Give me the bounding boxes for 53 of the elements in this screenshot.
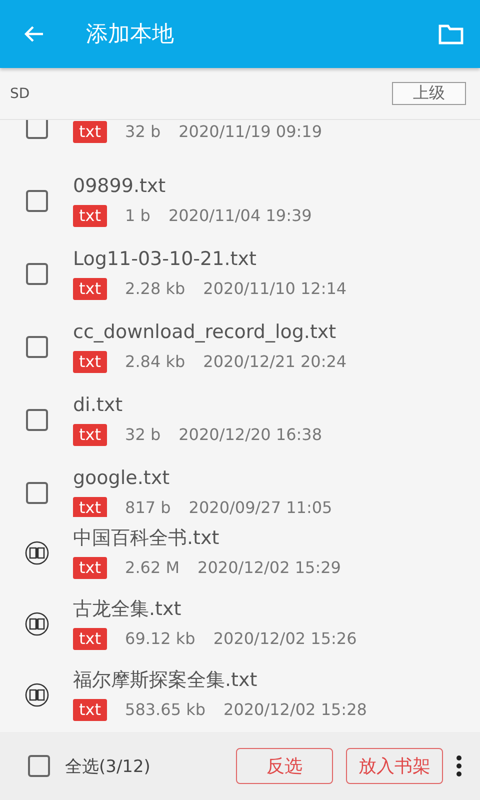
file-name: Log11-03-10-21.txt	[73, 248, 258, 270]
file-date: 2020/09/27 11:05	[188, 498, 332, 517]
file-size: 32 b	[125, 425, 161, 444]
file-name: 中国百科全书.txt	[73, 526, 220, 548]
file-type-badge: txt	[73, 698, 108, 720]
file-type-badge: txt	[73, 350, 108, 372]
checkbox[interactable]	[26, 408, 48, 430]
checkbox[interactable]	[26, 120, 48, 138]
file-type-badge: txt	[73, 628, 108, 650]
file-type-badge: txt	[73, 120, 108, 142]
file-size: 2.84 kb	[125, 352, 186, 371]
file-size: 817 b	[125, 498, 171, 517]
page-title: 添加本地	[86, 21, 175, 49]
file-name: 古龙全集.txt	[73, 598, 182, 620]
file-size: 69.12 kb	[125, 629, 196, 648]
file-name: 09899.txt	[73, 174, 167, 196]
book-icon	[24, 612, 48, 636]
file-date: 2020/12/21 20:24	[203, 352, 347, 371]
file-size: 2.62 M	[125, 558, 180, 577]
invert-selection-button[interactable]: 反选	[236, 748, 333, 784]
file-type-badge: txt	[73, 204, 108, 226]
file-size: 2.28 kb	[125, 279, 186, 298]
file-size: 583.65 kb	[125, 700, 206, 719]
current-path: SD	[10, 86, 30, 102]
file-date: 2020/12/02 15:29	[198, 558, 341, 577]
file-date: 2020/12/20 16:38	[178, 425, 322, 444]
checkbox[interactable]	[26, 262, 48, 284]
file-size: 32 b	[125, 122, 161, 141]
checkbox[interactable]	[26, 482, 48, 504]
file-name: 福尔摩斯探案全集.txt	[73, 668, 258, 690]
folder-icon[interactable]	[438, 23, 464, 45]
file-date: 2020/12/02 15:28	[224, 700, 367, 719]
file-size: 1 b	[125, 206, 150, 225]
file-type-badge: txt	[73, 278, 108, 300]
file-type-badge: txt	[73, 424, 108, 446]
add-to-shelf-button[interactable]: 放入书架	[346, 748, 443, 784]
more-icon[interactable]	[456, 755, 462, 777]
checkbox[interactable]	[26, 190, 48, 212]
file-date: 2020/12/02 15:26	[213, 629, 357, 648]
file-date: 2020/11/10 12:14	[203, 279, 347, 298]
parent-folder-button[interactable]: 上级	[392, 82, 466, 105]
file-type-badge: txt	[73, 556, 108, 578]
book-icon	[24, 682, 48, 706]
file-date: 2020/11/04 19:39	[168, 206, 312, 225]
file-name: di.txt	[73, 394, 124, 416]
file-name: cc_download_record_log.txt	[73, 320, 338, 342]
file-name: google.txt	[73, 466, 171, 488]
file-type-badge: txt	[73, 496, 108, 517]
select-all-label: 全选(3/12)	[65, 756, 152, 778]
book-icon	[24, 540, 48, 564]
select-all-checkbox[interactable]	[28, 755, 50, 777]
file-date: 2020/11/19 09:19	[178, 122, 322, 141]
checkbox[interactable]	[26, 336, 48, 358]
